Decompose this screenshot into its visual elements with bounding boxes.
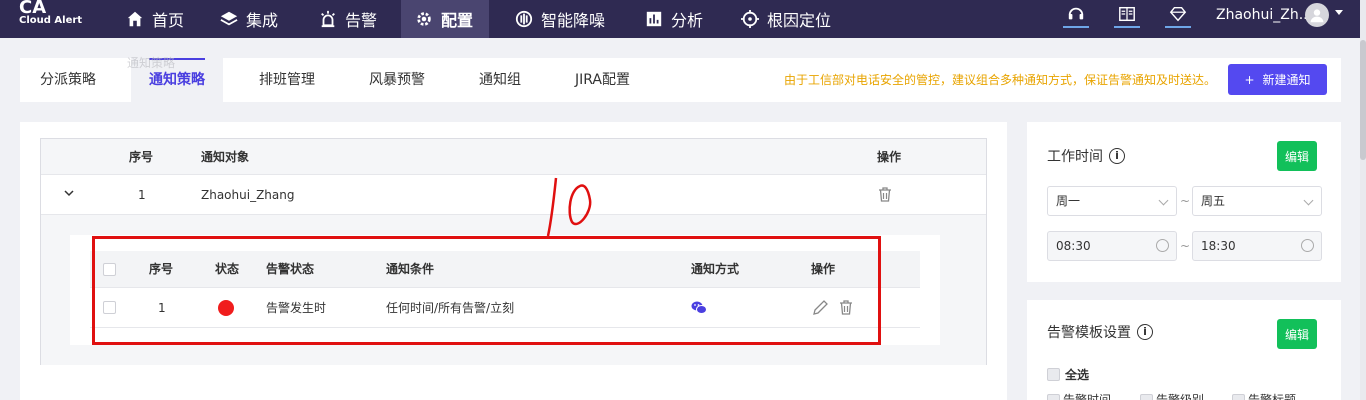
notice-text: 由于工信部对电话安全的管控，建议组合多种通知方式，保证告警通知及时送达。 (784, 73, 1217, 87)
nav-item-integration[interactable]: 集成 (206, 0, 292, 38)
scrollbar-thumb[interactable] (1360, 40, 1366, 160)
day-from-select[interactable]: 周一 (1047, 186, 1177, 216)
user-menu-caret-icon[interactable] (1335, 10, 1343, 15)
row-target: Zhaohui_Zhang (201, 188, 295, 202)
info-icon[interactable]: i (1109, 148, 1125, 164)
noise-icon (515, 10, 533, 28)
table-row[interactable]: 1 Zhaohui_Zhang (41, 175, 986, 215)
select-all-checkbox[interactable] (1047, 368, 1060, 381)
alert-template-title: 告警模板设置 i (1047, 322, 1153, 342)
day-range-separator: ~ (1180, 194, 1191, 208)
nav-item-analysis[interactable]: 分析 (631, 0, 717, 38)
tab-storm-warning[interactable]: 风暴预警 (351, 58, 443, 102)
chart-icon (646, 11, 662, 27)
tab-jira-config[interactable]: JIRA配置 (557, 58, 648, 102)
user-name[interactable]: Zhaohui_Zh... (1216, 0, 1312, 30)
nav-label: 告警 (345, 11, 378, 30)
avatar[interactable] (1305, 3, 1329, 27)
drag-ghost-text: 通知策略 (127, 56, 176, 70)
handwritten-annotation (546, 177, 592, 237)
tab-notify-group[interactable]: 通知组 (461, 58, 539, 102)
diamond-button[interactable] (1165, 2, 1191, 28)
time-range-separator: ~ (1180, 239, 1191, 253)
nav-item-home[interactable]: 首页 (112, 0, 198, 38)
clock-icon (1156, 239, 1169, 252)
nav-label: 首页 (152, 11, 185, 30)
time-from-value: 08:30 (1056, 239, 1091, 253)
option-label: 告警时间 (1063, 393, 1112, 400)
work-time-card: 工作时间 i 编辑 周一 ~ 周五 08:30 ~ 18:30 (1027, 122, 1341, 282)
work-time-title: 工作时间 i (1047, 146, 1125, 166)
nav-label: 配置 (441, 11, 474, 30)
policy-table-header: 序号 通知对象 操作 (41, 139, 986, 175)
diamond-icon (1169, 6, 1187, 22)
annotation-highlight-box (92, 236, 881, 345)
edit-work-time-button[interactable]: 编辑 (1277, 141, 1317, 171)
row-index: 1 (138, 188, 146, 202)
alert-template-label: 告警模板设置 (1047, 325, 1131, 341)
headset-icon (1068, 7, 1084, 20)
option-checkbox[interactable] (1232, 394, 1245, 400)
nav-label: 集成 (246, 11, 279, 30)
tab-bar: 分派策略 通知策略 排班管理 风暴预警 通知组 JIRA配置 由于工信部对电话安… (20, 58, 1341, 102)
logo-sub: Cloud Alert (19, 15, 83, 26)
day-to-select[interactable]: 周五 (1192, 186, 1322, 216)
alarm-light-icon (321, 10, 335, 28)
layers-icon (220, 11, 238, 26)
option-label: 告警标题 (1248, 393, 1297, 400)
nav-label: 分析 (671, 11, 704, 30)
work-time-label: 工作时间 (1047, 149, 1103, 165)
time-to-value: 18:30 (1201, 239, 1236, 253)
docs-button[interactable] (1114, 2, 1140, 28)
plus-icon: + (1244, 72, 1255, 87)
user-icon (1310, 9, 1324, 23)
day-from-value: 周一 (1056, 194, 1081, 208)
col-action: 操作 (877, 150, 902, 164)
clock-icon (1301, 239, 1314, 252)
info-icon[interactable]: i (1137, 324, 1153, 340)
option-checkbox[interactable] (1140, 394, 1153, 400)
tab-schedule[interactable]: 排班管理 (241, 58, 333, 102)
top-nav-bar: CA Cloud Alert 首页 集成 告警 配置 智能降噪 分析 根因定位 … (0, 0, 1366, 38)
tab-dispatch-policy[interactable]: 分派策略 (22, 58, 114, 102)
select-all-label: 全选 (1065, 368, 1090, 382)
nav-item-noise-reduction[interactable]: 智能降噪 (501, 0, 619, 38)
time-to-input[interactable]: 18:30 (1192, 231, 1322, 261)
option-label: 告警级别 (1156, 393, 1205, 400)
book-icon (1119, 6, 1135, 22)
nav-label: 智能降噪 (541, 11, 606, 30)
nav-item-config[interactable]: 配置 (401, 0, 489, 38)
crosshair-icon (741, 10, 759, 28)
alert-template-card: 告警模板设置 i 编辑 全选 告警时间 告警级别 告警标题 (1027, 300, 1341, 400)
nav-label: 根因定位 (767, 11, 832, 30)
time-from-input[interactable]: 08:30 (1047, 231, 1177, 261)
chevron-down-icon (1303, 195, 1314, 206)
new-button-label: 新建通知 (1262, 73, 1311, 87)
gear-icon (417, 12, 431, 26)
option-checkbox[interactable] (1047, 394, 1060, 400)
new-notification-button[interactable]: + 新建通知 (1228, 64, 1327, 95)
chevron-down-icon (1158, 195, 1169, 206)
drag-ghost-label: 通知策略 (127, 54, 175, 71)
nav-item-alerts[interactable]: 告警 (305, 0, 391, 38)
col-target: 通知对象 (201, 150, 250, 164)
nav-item-root-cause[interactable]: 根因定位 (727, 0, 845, 38)
page-scrollbar[interactable] (1360, 0, 1366, 400)
support-button[interactable] (1063, 2, 1089, 28)
day-to-value: 周五 (1201, 194, 1226, 208)
col-index: 序号 (129, 150, 154, 164)
edit-template-button[interactable]: 编辑 (1277, 319, 1317, 349)
home-icon (127, 11, 143, 27)
logo[interactable]: CA Cloud Alert (19, 0, 89, 26)
